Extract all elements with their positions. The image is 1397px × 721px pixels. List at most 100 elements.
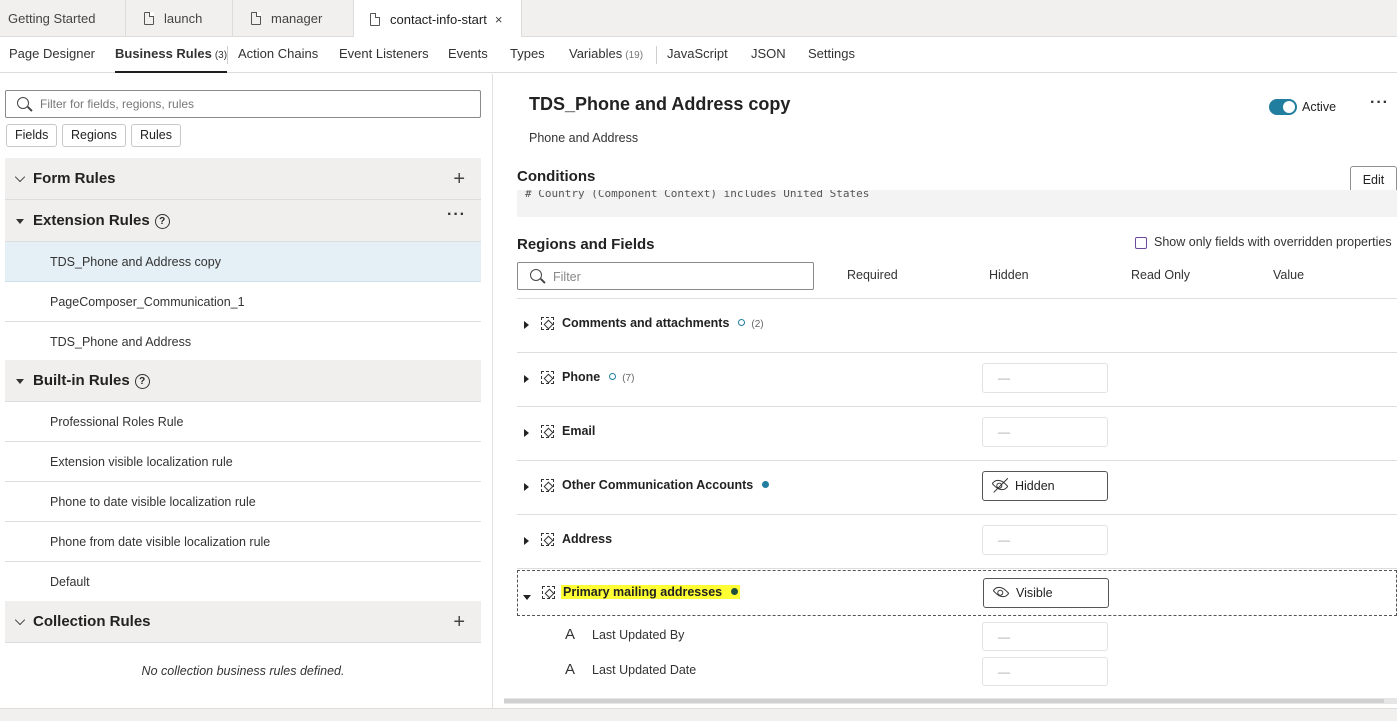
tab-settings[interactable]: Settings bbox=[808, 37, 855, 73]
field-row[interactable]: A Last Updated Date — bbox=[517, 653, 1397, 688]
section-title: Form Rules bbox=[33, 170, 116, 187]
section-builtin-rules[interactable]: Built-in Rules? bbox=[5, 360, 481, 402]
field-row[interactable]: A Last Updated By — bbox=[517, 618, 1397, 653]
fields-filter bbox=[517, 262, 814, 290]
horizontal-scrollbar[interactable] bbox=[504, 698, 1397, 704]
field-count: (2) bbox=[751, 319, 764, 330]
text-field-icon: A bbox=[565, 661, 576, 678]
fields-filter-input[interactable] bbox=[553, 268, 803, 286]
caret-right-icon[interactable] bbox=[524, 375, 529, 383]
caret-right-icon[interactable] bbox=[524, 483, 529, 491]
section-title-text: Built-in Rules bbox=[33, 372, 130, 389]
rules-search-input[interactable] bbox=[40, 95, 470, 113]
field-name: Last Updated By bbox=[592, 628, 685, 642]
more-icon[interactable]: ··· bbox=[1370, 94, 1389, 112]
chip-regions[interactable]: Regions bbox=[62, 124, 126, 147]
override-checkbox[interactable] bbox=[1135, 237, 1147, 249]
rule-editor: TDS_Phone and Address copy Phone and Add… bbox=[494, 74, 1397, 708]
file-tab-label: contact-info-start bbox=[390, 11, 487, 27]
chip-fields[interactable]: Fields bbox=[6, 124, 58, 147]
tab-json[interactable]: JSON bbox=[751, 37, 786, 73]
hidden-cell[interactable]: — bbox=[982, 622, 1108, 651]
column-required: Required bbox=[847, 268, 898, 282]
file-icon bbox=[144, 12, 154, 25]
caret-down-icon[interactable] bbox=[523, 595, 531, 600]
condition-box[interactable]: # Country (Component Context) includes U… bbox=[517, 190, 1397, 217]
tab-label: Types bbox=[510, 46, 545, 61]
help-icon[interactable]: ? bbox=[134, 374, 150, 389]
tab-divider bbox=[227, 46, 228, 64]
rule-item[interactable]: Extension visible localization rule bbox=[5, 442, 481, 482]
search-icon bbox=[530, 269, 542, 281]
region-name-text: Other Communication Accounts bbox=[562, 478, 754, 492]
tab-business-rules[interactable]: Business Rules (3) bbox=[115, 37, 228, 73]
hidden-cell[interactable]: — bbox=[982, 363, 1108, 393]
rule-item[interactable]: TDS_Phone and Address copy bbox=[5, 242, 481, 282]
section-collection-rules[interactable]: Collection Rules + bbox=[5, 601, 481, 643]
rule-item[interactable]: Phone from date visible localization rul… bbox=[5, 522, 481, 562]
rule-item[interactable]: TDS_Phone and Address bbox=[5, 322, 481, 362]
close-icon[interactable]: × bbox=[495, 12, 503, 27]
region-icon bbox=[541, 533, 554, 546]
region-icon bbox=[542, 586, 555, 599]
region-row[interactable]: Phone (7) — bbox=[517, 353, 1397, 407]
region-icon bbox=[541, 371, 554, 384]
tab-types[interactable]: Types bbox=[510, 37, 545, 73]
section-form-rules[interactable]: Form Rules + bbox=[5, 158, 481, 200]
status-ring-icon bbox=[738, 319, 746, 326]
button-label: Hidden bbox=[1015, 479, 1055, 493]
empty-message: No collection business rules defined. bbox=[141, 664, 345, 678]
file-tab-contact-info-start[interactable]: contact-info-start × bbox=[354, 0, 522, 38]
file-tab-manager[interactable]: manager bbox=[233, 0, 354, 37]
region-row[interactable]: Address — bbox=[517, 515, 1397, 569]
rule-item[interactable]: Phone to date visible localization rule bbox=[5, 482, 481, 522]
active-toggle[interactable] bbox=[1269, 99, 1297, 115]
override-dot-icon bbox=[731, 588, 739, 595]
region-row[interactable]: Email — bbox=[517, 407, 1397, 461]
chip-rules[interactable]: Rules bbox=[131, 124, 181, 147]
tab-action-chains[interactable]: Action Chains bbox=[238, 37, 318, 73]
tab-javascript[interactable]: JavaScript bbox=[667, 37, 728, 73]
eye-icon bbox=[992, 583, 1010, 601]
file-tab-label: manager bbox=[271, 11, 323, 26]
region-name: Comments and attachments (2) bbox=[562, 316, 764, 330]
caret-down-icon bbox=[16, 379, 24, 384]
text-field-icon: A bbox=[565, 626, 576, 643]
more-icon[interactable]: ··· bbox=[447, 206, 466, 224]
hidden-cell[interactable]: — bbox=[982, 525, 1108, 555]
tab-label: Event Listeners bbox=[339, 46, 429, 61]
file-tab-bar: Getting Started launch manager contact-i… bbox=[0, 0, 1397, 38]
override-label: Show only fields with overridden propert… bbox=[1154, 235, 1392, 249]
region-name-text: Comments and attachments bbox=[562, 316, 730, 330]
file-tab-getting-started[interactable]: Getting Started bbox=[0, 0, 126, 37]
region-name: Email bbox=[562, 424, 596, 438]
rule-item[interactable]: PageComposer_Communication_1 bbox=[5, 282, 481, 322]
region-row[interactable]: Comments and attachments (2) bbox=[517, 299, 1397, 353]
caret-right-icon[interactable] bbox=[524, 429, 529, 437]
rule-item[interactable]: Professional Roles Rule bbox=[5, 402, 481, 442]
tab-page-designer[interactable]: Page Designer bbox=[9, 37, 95, 73]
add-icon[interactable]: + bbox=[453, 612, 465, 632]
override-dot-icon bbox=[762, 481, 770, 488]
tab-event-listeners[interactable]: Event Listeners bbox=[339, 37, 429, 73]
tab-count: (3) bbox=[214, 50, 228, 61]
tab-events[interactable]: Events bbox=[448, 37, 488, 73]
rule-item[interactable]: Default bbox=[5, 562, 481, 602]
section-extension-rules[interactable]: Extension Rules? ··· bbox=[5, 200, 481, 242]
caret-right-icon[interactable] bbox=[524, 321, 529, 329]
hidden-cell[interactable]: — bbox=[982, 657, 1108, 686]
help-icon[interactable]: ? bbox=[154, 214, 170, 229]
file-tab-launch[interactable]: launch bbox=[126, 0, 233, 37]
tab-variables[interactable]: Variables (19) bbox=[569, 37, 643, 73]
caret-right-icon[interactable] bbox=[524, 537, 529, 545]
active-label: Active bbox=[1302, 100, 1337, 114]
hidden-cell[interactable]: — bbox=[982, 417, 1108, 447]
eye-off-icon bbox=[991, 476, 1009, 494]
region-row-selected[interactable]: Primary mailing addresses Visible bbox=[517, 570, 1397, 616]
column-hidden: Hidden bbox=[989, 268, 1029, 282]
tab-label: Business Rules bbox=[115, 46, 212, 61]
hidden-button[interactable]: Hidden bbox=[982, 471, 1108, 501]
add-icon[interactable]: + bbox=[453, 169, 465, 189]
region-row[interactable]: Other Communication Accounts Hidden bbox=[517, 461, 1397, 515]
visible-button[interactable]: Visible bbox=[983, 578, 1109, 608]
